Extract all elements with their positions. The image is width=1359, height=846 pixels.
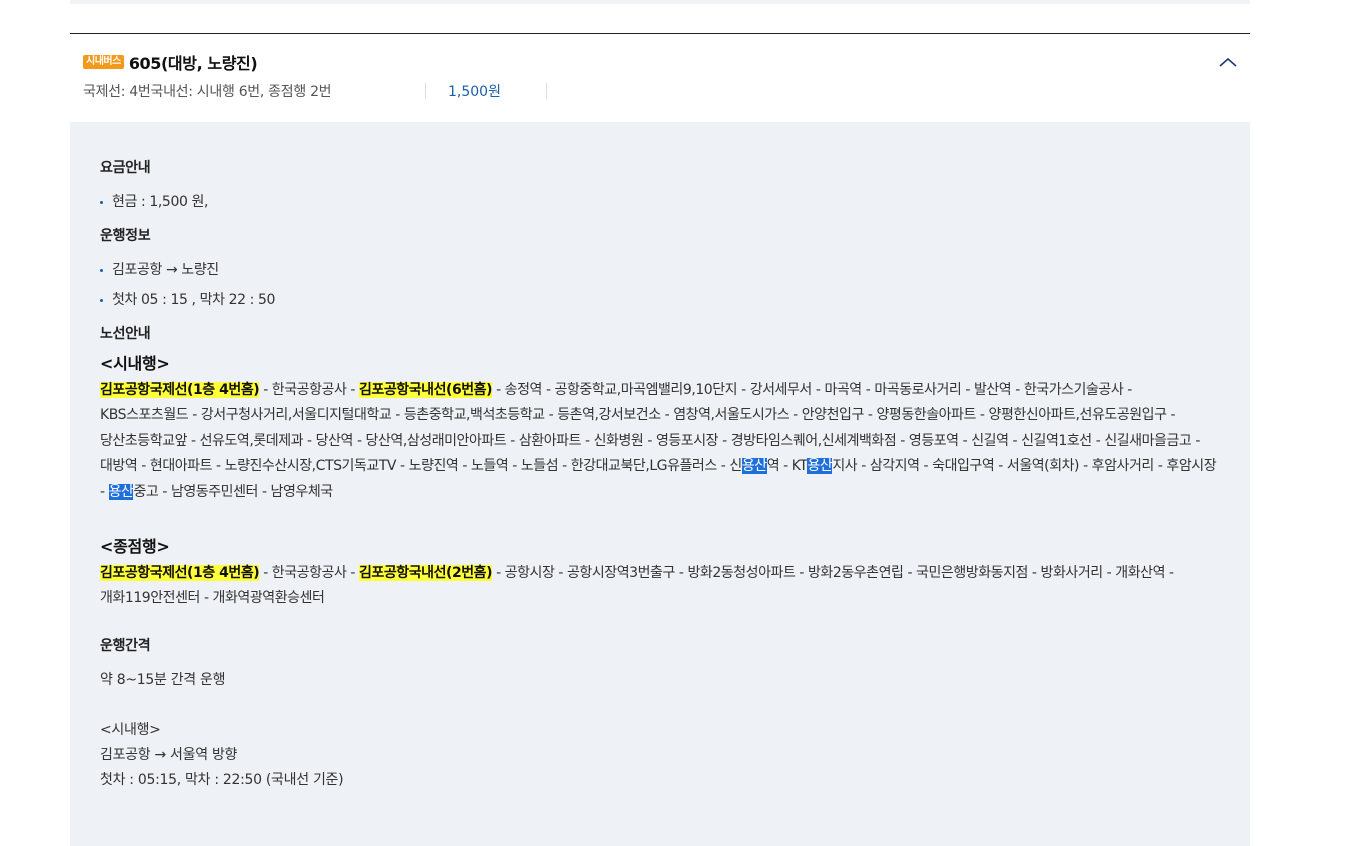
inbound-direction-label: <시내행> [100, 354, 170, 373]
terminal-stop-highlight: 김포공항국내선(6번홈) [359, 382, 493, 398]
terminal-info: 국제선: 4번국내선: 시내행 6번, 종점행 2번 [83, 84, 332, 100]
chevron-up-icon [1216, 52, 1240, 72]
route-detail-panel: 요금안내 현금 : 1,500 원, 운행정보 김포공항 → 노량진 첫차 05… [70, 122, 1250, 846]
fare-item-text: 현금 : 1,500 원, [112, 194, 209, 210]
bullet-dot-icon [100, 269, 103, 272]
route-stops-text: 역 - KT [766, 458, 808, 475]
fare-list: 현금 : 1,500 원, [100, 192, 1220, 222]
terminal-stop-highlight: 김포공항국제선(1층 4번홈) [100, 382, 260, 398]
collapse-toggle-button[interactable] [1216, 52, 1240, 72]
outbound-direction-label: <종점행> [100, 537, 170, 557]
search-match-highlight: 용산 [108, 483, 134, 500]
bus-route-card: 시내버스 605(대방, 노량진) 국제선: 4번국내선: 시내행 6번, 종점… [70, 33, 1250, 846]
divider [546, 83, 547, 99]
bus-title-row: 시내버스 605(대방, 노량진) [83, 50, 258, 74]
operation-section-title: 운행정보 [100, 228, 151, 244]
fare-value: 1,500원 [448, 84, 501, 100]
list-item: 김포공항 → 노량진 [100, 260, 1220, 290]
interval-direction-label: <시내행> [100, 721, 161, 738]
route-stops-text: 중고 - 남영동주민센터 - 남영우체국 [133, 483, 333, 500]
bullet-dot-icon [100, 201, 103, 204]
operation-item-text: 첫차 05 : 15 , 막차 22 : 50 [112, 292, 276, 308]
route-stops-text: - 한국공항공사 - [259, 565, 359, 582]
outbound-stop-list: 김포공항국제선(1층 4번홈) - 한국공항공사 - 김포공항국내선(2번홈) … [100, 561, 1220, 612]
interval-text: 약 8~15분 간격 운행 [100, 671, 226, 688]
search-match-highlight: 용산 [807, 458, 833, 475]
search-match-highlight: 용산 [741, 458, 767, 475]
list-item: 현금 : 1,500 원, [100, 192, 1220, 222]
terminal-stop-highlight: 김포공항국제선(1층 4번홈) [100, 565, 260, 582]
fare-section-title: 요금안내 [100, 160, 151, 176]
operation-item-text: 김포공항 → 노량진 [112, 262, 219, 278]
city-bus-badge: 시내버스 [83, 55, 124, 69]
bus-route-header[interactable]: 시내버스 605(대방, 노량진) 국제선: 4번국내선: 시내행 6번, 종점… [70, 34, 1250, 122]
route-stops-text: - 한국공항공사 - [259, 382, 359, 398]
inbound-stop-list: 김포공항국제선(1층 4번홈) - 한국공항공사 - 김포공항국내선(6번홈) … [100, 378, 1220, 505]
terminal-stop-highlight: 김포공항국내선(2번홈) [359, 565, 493, 582]
route-detail-content: 요금안내 현금 : 1,500 원, 운행정보 김포공항 → 노량진 첫차 05… [100, 158, 1220, 793]
bus-meta-row: 국제선: 4번국내선: 시내행 6번, 종점행 2번 1,500원 [83, 82, 547, 100]
interval-times: 첫차 : 05:15, 막차 : 22:50 (국내선 기준) [100, 771, 344, 788]
previous-card-bottom [70, 0, 1250, 4]
interval-section-title: 운행간격 [100, 637, 151, 654]
list-item: 첫차 05 : 15 , 막차 22 : 50 [100, 290, 1220, 320]
bullet-dot-icon [100, 299, 103, 302]
bus-route-title: 605(대방, 노량진) [128, 54, 258, 73]
route-section-title: 노선안내 [100, 326, 151, 342]
operation-list: 김포공항 → 노량진 첫차 05 : 15 , 막차 22 : 50 [100, 260, 1220, 320]
interval-direction-text: 김포공항 → 서울역 방향 [100, 746, 238, 763]
